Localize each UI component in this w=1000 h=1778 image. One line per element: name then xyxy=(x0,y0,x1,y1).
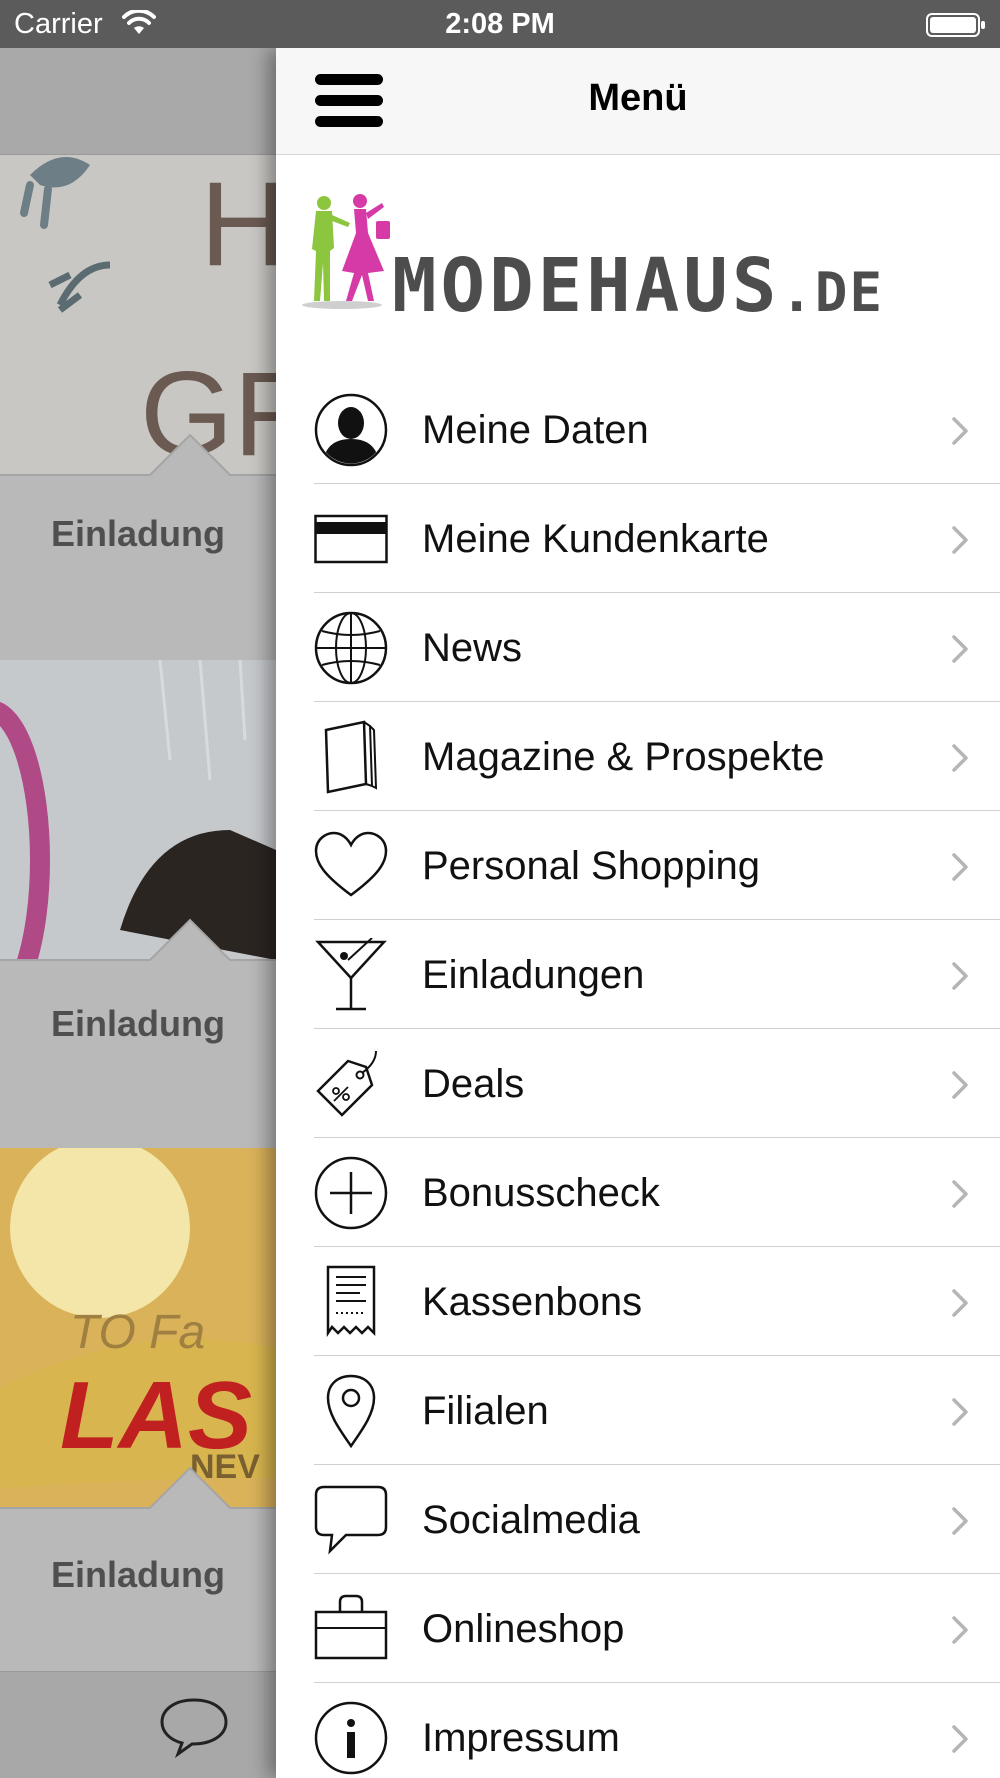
menu-item-label: Onlineshop xyxy=(422,1607,625,1651)
chevron-right-icon xyxy=(952,1725,968,1753)
drawer-header: Menü xyxy=(276,48,1000,155)
card-label-3: Einladung xyxy=(51,1554,225,1595)
logo-figures-icon xyxy=(302,194,390,309)
person-icon xyxy=(314,393,388,467)
card-image-3: LAS V NEV TO Fa xyxy=(0,1148,276,1566)
chevron-right-icon xyxy=(952,1289,968,1317)
menu-item-onlineshop[interactable]: Onlineshop xyxy=(276,1574,1000,1683)
menu-item-bonusscheck[interactable]: Bonusscheck xyxy=(276,1138,1000,1247)
magazine-icon xyxy=(324,720,378,794)
chevron-right-icon xyxy=(952,1071,968,1099)
svg-text:HY: HY xyxy=(200,157,276,291)
chevron-right-icon xyxy=(952,417,968,445)
status-bar: Carrier 2:08 PM xyxy=(0,0,1000,48)
card-label-1: Einladung xyxy=(51,513,225,554)
svg-text:TO Fa: TO Fa xyxy=(70,1306,205,1359)
chevron-right-icon xyxy=(952,744,968,772)
menu-item-einladungen[interactable]: Einladungen xyxy=(276,920,1000,1029)
cocktail-icon xyxy=(315,938,387,1011)
menu-item-label: Kassenbons xyxy=(422,1280,643,1324)
menu-item-label: Personal Shopping xyxy=(422,844,761,888)
clock: 2:08 PM xyxy=(445,8,555,40)
logo-text-suffix: .DE xyxy=(780,261,884,324)
info-icon xyxy=(314,1701,388,1775)
menu-item-label: News xyxy=(422,626,523,670)
side-menu-drawer: Menü MODEHAUS.DE Meine Daten Meine Kunde… xyxy=(276,48,1000,1778)
card-image-2 xyxy=(0,660,276,1020)
chevron-right-icon xyxy=(952,526,968,554)
heart-icon xyxy=(314,831,388,897)
modehaus-logo: MODEHAUS.DE xyxy=(276,155,1000,375)
chevron-right-icon xyxy=(952,853,968,881)
background-content: HY GRO Einladung Einladung xyxy=(0,48,302,1778)
plus-circle-icon xyxy=(314,1156,388,1230)
menu-item-label: Bonusscheck xyxy=(422,1171,660,1215)
tag-icon xyxy=(316,1050,377,1117)
screen: Carrier 2:08 PM HY GRO xyxy=(0,0,1000,1778)
menu-item-label: Impressum xyxy=(422,1716,620,1760)
menu-item-label: Socialmedia xyxy=(422,1498,640,1542)
chevron-right-icon xyxy=(952,635,968,663)
menu-item-impressum[interactable]: Impressum xyxy=(276,1683,1000,1778)
chevron-right-icon xyxy=(952,1616,968,1644)
menu-item-label: Meine Daten xyxy=(422,408,649,452)
menu-item-filialen[interactable]: Filialen xyxy=(276,1356,1000,1465)
chevron-right-icon xyxy=(952,1398,968,1426)
menu-item-kassenbons[interactable]: Kassenbons xyxy=(276,1247,1000,1356)
menu-item-label: Magazine & Prospekte xyxy=(422,735,825,779)
card-image-1: HY GRO xyxy=(0,155,276,528)
logo-text-main: MODEHAUS xyxy=(392,243,781,329)
receipt-icon xyxy=(326,1265,376,1338)
menu-item-socialmedia[interactable]: Socialmedia xyxy=(276,1465,1000,1574)
background-tabbar xyxy=(0,1671,276,1778)
menu-item-news[interactable]: News xyxy=(276,593,1000,702)
speech-bubble-icon xyxy=(314,1485,388,1555)
chevron-right-icon xyxy=(952,962,968,990)
drawer-title: Menü xyxy=(588,77,688,119)
menu-item-meine-daten[interactable]: Meine Daten xyxy=(276,375,1000,484)
menu-item-meine-kundenkarte[interactable]: Meine Kundenkarte xyxy=(276,484,1000,593)
chat-bubble-icon xyxy=(160,1698,228,1758)
menu-item-label: Meine Kundenkarte xyxy=(422,517,769,561)
menu-item-deals[interactable]: Deals xyxy=(276,1029,1000,1138)
menu-list: Meine Daten Meine Kundenkarte News Magaz… xyxy=(276,375,1000,1778)
menu-item-magazine-prospekte[interactable]: Magazine & Prospekte xyxy=(276,702,1000,811)
chevron-right-icon xyxy=(952,1180,968,1208)
menu-item-label: Filialen xyxy=(422,1389,549,1433)
card-label-2: Einladung xyxy=(51,1003,225,1044)
chevron-right-icon xyxy=(952,1507,968,1535)
menu-item-label: Einladungen xyxy=(422,953,645,997)
shopping-bag-icon xyxy=(314,1594,388,1660)
menu-item-label: Deals xyxy=(422,1062,525,1106)
globe-icon xyxy=(314,611,388,685)
card-icon xyxy=(314,514,388,564)
logo-wordmark: MODEHAUS.DE xyxy=(392,243,884,329)
location-pin-icon xyxy=(326,1374,376,1448)
background-navbar xyxy=(0,48,276,155)
battery-icon xyxy=(926,13,985,37)
menu-item-personal-shopping[interactable]: Personal Shopping xyxy=(276,811,1000,920)
